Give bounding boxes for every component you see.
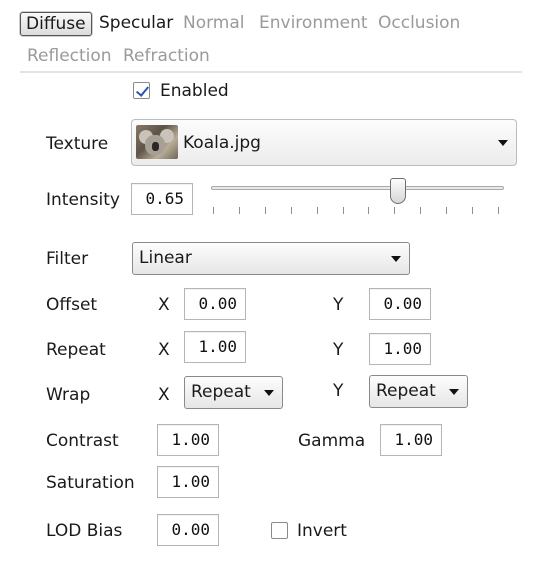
slider-tick (420, 207, 421, 214)
slider-tick (317, 207, 318, 214)
wrap-label: Wrap (46, 385, 91, 405)
wrap-y-value: Repeat (376, 381, 436, 401)
tab-diffuse[interactable]: Diffuse (20, 12, 92, 36)
repeat-x-label: X (158, 340, 170, 360)
intensity-input[interactable]: 0.65 (131, 183, 193, 215)
saturation-input[interactable]: 1.00 (157, 466, 219, 498)
chevron-down-icon (498, 140, 508, 146)
repeat-y-label: Y (333, 340, 344, 360)
slider-tick (265, 207, 266, 214)
tab-refraction[interactable]: Refraction (123, 45, 210, 67)
slider-tick (498, 207, 499, 214)
tab-reflection[interactable]: Reflection (27, 45, 112, 67)
contrast-input[interactable]: 1.00 (157, 424, 219, 456)
lod-bias-label: LOD Bias (46, 521, 123, 541)
slider-tick (368, 207, 369, 214)
intensity-slider-thumb[interactable] (390, 178, 406, 204)
invert-label: Invert (297, 521, 347, 541)
enabled-checkbox[interactable] (133, 82, 150, 99)
tab-divider (20, 71, 522, 73)
wrap-x-dropdown[interactable]: Repeat (184, 376, 283, 409)
tab-environment[interactable]: Environment (259, 12, 368, 34)
slider-tick (343, 207, 344, 214)
tab-occlusion[interactable]: Occlusion (378, 12, 460, 34)
chevron-down-icon (391, 255, 401, 262)
gamma-label: Gamma (298, 431, 366, 451)
filter-dropdown[interactable]: Linear (132, 242, 410, 275)
tab-specular[interactable]: Specular (99, 12, 173, 34)
repeat-label: Repeat (46, 340, 106, 360)
offset-y-input[interactable]: 0.00 (369, 288, 431, 320)
saturation-label: Saturation (46, 473, 135, 493)
offset-label: Offset (46, 295, 98, 315)
koala-thumbnail-icon (136, 125, 178, 159)
texture-select[interactable]: Koala.jpg (131, 119, 517, 166)
offset-x-input[interactable]: 0.00 (184, 288, 246, 320)
contrast-label: Contrast (46, 431, 119, 451)
slider-tick (239, 207, 240, 214)
wrap-x-value: Repeat (191, 382, 251, 402)
enabled-label: Enabled (160, 81, 229, 101)
chevron-down-icon (449, 388, 459, 395)
tab-normal[interactable]: Normal (183, 12, 245, 34)
repeat-x-input[interactable]: 1.00 (184, 331, 246, 363)
gamma-input[interactable]: 1.00 (380, 424, 442, 456)
texture-label: Texture (46, 134, 109, 154)
slider-tick (291, 207, 292, 214)
slider-tick (446, 207, 447, 214)
invert-checkbox[interactable] (271, 522, 288, 539)
wrap-y-dropdown[interactable]: Repeat (369, 375, 468, 408)
slider-tick (213, 207, 214, 214)
repeat-y-input[interactable]: 1.00 (369, 333, 431, 365)
wrap-y-label: Y (333, 381, 344, 401)
texture-file-name: Koala.jpg (183, 133, 261, 153)
intensity-label: Intensity (46, 190, 120, 210)
offset-x-label: X (158, 295, 170, 315)
filter-value: Linear (139, 248, 192, 268)
slider-tick (472, 207, 473, 214)
intensity-slider[interactable] (211, 186, 504, 190)
wrap-x-label: X (158, 385, 170, 405)
filter-label: Filter (46, 249, 89, 269)
lod-bias-input[interactable]: 0.00 (157, 514, 219, 546)
slider-tick (394, 207, 395, 214)
chevron-down-icon (264, 389, 274, 396)
offset-y-label: Y (333, 295, 344, 315)
